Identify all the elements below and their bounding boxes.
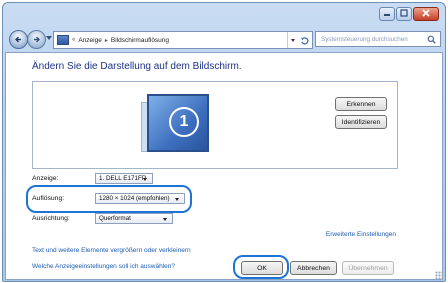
arrow-left-icon [15,36,21,43]
advanced-settings-link[interactable]: Erweiterte Einstellungen [326,231,396,238]
monitor-number: 1 [169,107,199,137]
orientation-select-value: Querformat [99,215,131,222]
refresh-icon[interactable] [300,36,309,45]
apply-button[interactable]: Übernehmen [342,261,394,275]
arrow-right-icon [34,36,40,43]
control-panel-window: « Anzeige ▸ Bildschirmauflösung Systemst… [2,2,446,282]
breadcrumb-separator-icon: ▸ [104,37,108,44]
maximize-button[interactable] [396,7,412,21]
caption-buttons [379,7,439,21]
maximize-icon [400,9,408,17]
display-preview: 1 Erkennen Identifizieren [32,81,398,169]
search-input[interactable]: Systemsteuerung durchsuchen [315,31,441,47]
minimize-button[interactable] [379,7,395,21]
control-panel-icon [57,35,69,45]
resolution-highlight [26,185,192,213]
cancel-button[interactable]: Abbrechen [290,261,337,275]
address-tail [287,32,312,48]
display-select-value: 1. DELL E171FP [99,175,147,182]
breadcrumb-overflow[interactable]: « [72,37,75,43]
orientation-select[interactable]: Querformat [95,213,173,224]
content-area: Ändern Sie die Darstellung auf dem Bilds… [5,52,443,280]
page-title: Ändern Sie die Darstellung auf dem Bilds… [32,61,242,72]
close-button[interactable] [413,7,439,21]
forward-button[interactable] [27,30,46,49]
recent-pages-chevron-icon[interactable] [46,36,52,40]
breadcrumb-bildschirmaufloesung[interactable]: Bildschirmauflösung [111,37,169,44]
ok-highlight [233,255,289,279]
identify-button[interactable]: Identifizieren [335,115,387,129]
detect-button[interactable]: Erkennen [335,97,387,111]
navigation-bar: « Anzeige ▸ Bildschirmauflösung Systemst… [7,28,441,50]
address-bar[interactable]: « Anzeige ▸ Bildschirmauflösung [53,31,313,49]
minimize-icon [384,14,390,16]
search-icon[interactable] [427,35,436,44]
display-label: Anzeige: [32,175,59,182]
chevron-down-icon [143,178,147,181]
search-placeholder: Systemsteuerung durchsuchen [321,35,408,43]
orientation-label: Ausrichtung: [32,215,70,222]
monitor-1-thumbnail[interactable]: 1 [147,94,209,152]
which-settings-link[interactable]: Welche Anzeigeeinstellungen soll ich aus… [32,263,175,270]
close-icon [422,9,430,17]
breadcrumb-anzeige[interactable]: Anzeige [78,37,102,44]
display-select[interactable]: 1. DELL E171FP [95,173,153,184]
text-size-link[interactable]: Text und weitere Elemente vergrößern ode… [32,247,191,254]
resize-grip[interactable] [435,271,443,279]
chevron-down-icon [163,218,167,221]
back-button[interactable] [9,30,28,49]
address-dropdown-icon[interactable] [290,38,295,42]
